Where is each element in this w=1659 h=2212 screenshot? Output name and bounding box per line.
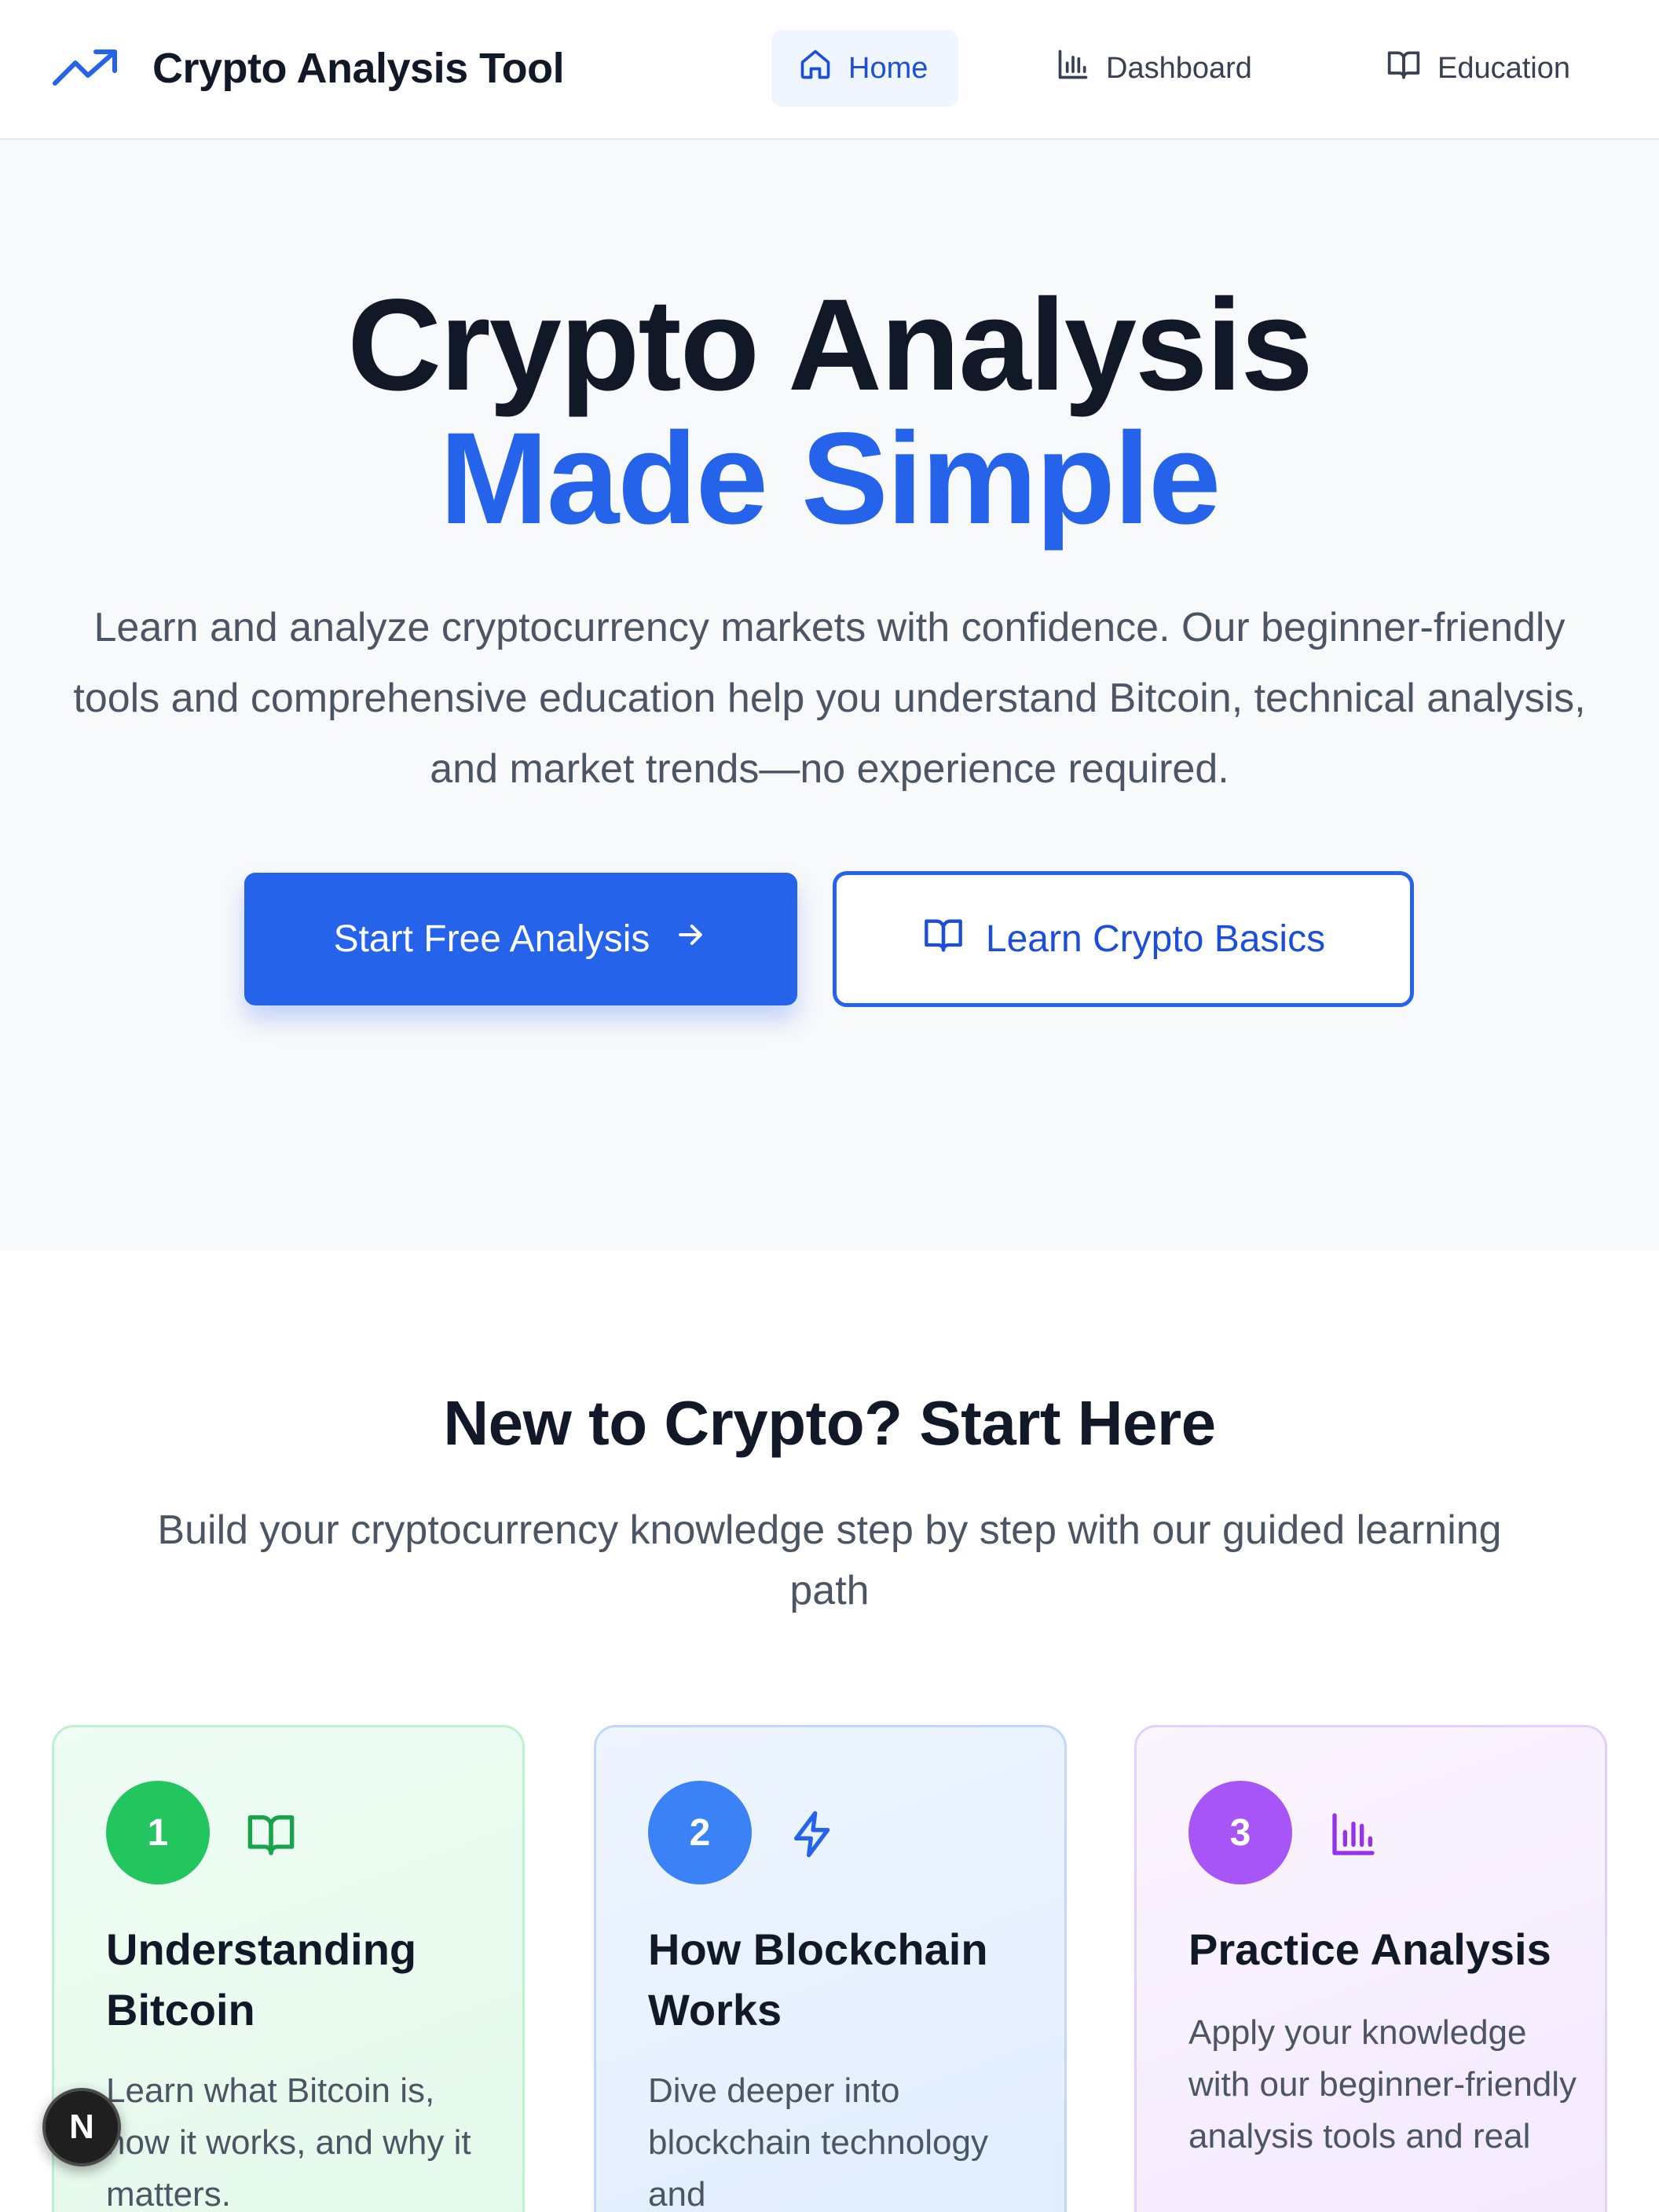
book-open-icon — [246, 1809, 296, 1859]
nav-dashboard[interactable]: Dashboard — [1029, 30, 1279, 107]
step-number-badge: 1 — [106, 1781, 210, 1884]
card-title: How Blockchain Works — [648, 1925, 988, 2034]
framework-dev-badge[interactable]: N — [42, 2088, 121, 2166]
learning-card-practice-analysis[interactable]: 3 Practice Analysis Apply your knowledge… — [1134, 1725, 1607, 2212]
hero-section: Crypto Analysis Made Simple Learn and an… — [0, 140, 1659, 1251]
card-description: Apply your knowledge with our beginner-f… — [1188, 2013, 1577, 2155]
hero-title: Crypto Analysis — [347, 273, 1313, 418]
book-open-icon — [921, 914, 965, 965]
learning-card-how-blockchain-works[interactable]: 2 How Blockchain Works Dive deeper into … — [594, 1725, 1067, 2212]
card-description: Dive deeper into blockchain technology a… — [648, 2071, 988, 2212]
trending-up-icon — [52, 41, 119, 96]
learn-crypto-basics-label: Learn Crypto Basics — [985, 918, 1326, 960]
start-free-analysis-label: Start Free Analysis — [333, 918, 650, 960]
nav-education[interactable]: Education — [1359, 30, 1597, 107]
top-nav-bar: Crypto Analysis Tool Home Dashboard Educ… — [0, 0, 1659, 140]
learning-card-understanding-bitcoin[interactable]: 1 Understanding Bitcoin Learn what Bitco… — [52, 1725, 525, 2212]
nav-education-label: Education — [1437, 51, 1571, 85]
home-icon — [798, 47, 833, 90]
bar-chart-icon — [1328, 1809, 1379, 1859]
card-title: Practice Analysis — [1188, 1925, 1551, 1974]
brand[interactable]: Crypto Analysis Tool — [52, 41, 565, 96]
section-title: New to Crypto? Start Here — [443, 1388, 1216, 1458]
nav-dashboard-label: Dashboard — [1106, 51, 1252, 85]
book-open-icon — [1386, 47, 1422, 90]
learn-crypto-basics-button[interactable]: Learn Crypto Basics — [833, 871, 1414, 1007]
start-free-analysis-button[interactable]: Start Free Analysis — [244, 873, 797, 1005]
step-number-badge: 2 — [648, 1781, 752, 1884]
hero-subtitle: Learn and analyze cryptocurrency markets… — [73, 605, 1586, 792]
card-description: Learn what Bitcoin is, how it works, and… — [106, 2071, 471, 2212]
section-subtitle: Build your cryptocurrency knowledge step… — [157, 1507, 1502, 1613]
card-title: Understanding Bitcoin — [106, 1925, 417, 2034]
nav-home[interactable]: Home — [771, 30, 958, 107]
arrow-right-icon — [673, 917, 708, 961]
nav-home-label: Home — [848, 51, 928, 85]
hero-title-highlight: Made Simple — [439, 406, 1221, 551]
lightning-icon — [788, 1809, 838, 1859]
bar-chart-icon — [1056, 47, 1090, 90]
step-number-badge: 3 — [1188, 1781, 1292, 1884]
brand-title: Crypto Analysis Tool — [152, 45, 565, 92]
